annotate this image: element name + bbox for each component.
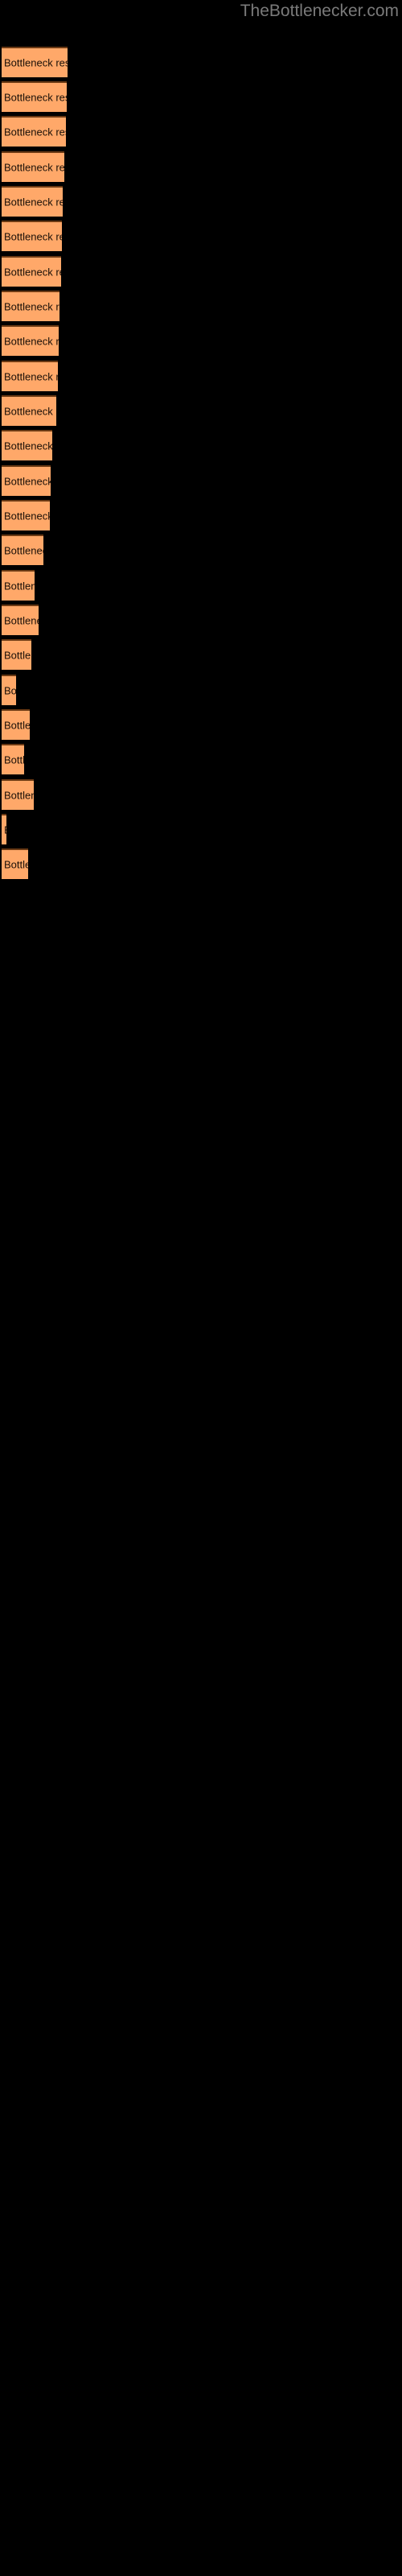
bar-row: Bottleneck result [0, 500, 402, 532]
bottleneck-result-bar[interactable]: Bottleneck result [2, 221, 62, 251]
bar-label: Bottleneck result [4, 824, 6, 836]
bar-row: Bottleneck result [0, 291, 402, 323]
bar-label: Bottleneck result [4, 753, 24, 766]
bottleneck-result-bar[interactable]: Bottleneck result [2, 709, 30, 740]
bar-label: Bottleneck result [4, 475, 51, 488]
bar-row: Bottleneck result [0, 465, 402, 497]
bar-label: Bottleneck result [4, 789, 34, 802]
bottleneck-result-bar[interactable]: Bottleneck result [2, 675, 16, 705]
bottleneck-result-bar[interactable]: Bottleneck result [2, 151, 64, 182]
bottleneck-result-bar[interactable]: Bottleneck result [2, 814, 6, 844]
bar-label: Bottleneck result [4, 196, 63, 208]
bar-label: Bottleneck result [4, 300, 59, 313]
bar-row: Bottleneck result [0, 221, 402, 253]
bottleneck-result-bar[interactable]: Bottleneck result [2, 361, 58, 391]
bottleneck-result-bar[interactable]: Bottleneck result [2, 395, 56, 426]
bar-row: Bottleneck result [0, 848, 402, 881]
bottleneck-result-bar[interactable]: Bottleneck result [2, 744, 24, 774]
bar-label: Bottleneck result [4, 580, 35, 592]
bar-label: Bottleneck result [4, 544, 43, 557]
bar-row: Bottleneck result [0, 81, 402, 114]
bar-row: Bottleneck result [0, 744, 402, 776]
bottleneck-result-bar[interactable]: Bottleneck result [2, 81, 67, 112]
bar-row: Bottleneck result [0, 605, 402, 637]
bottleneck-result-bar[interactable]: Bottleneck result [2, 848, 28, 879]
bar-row: Bottleneck result [0, 116, 402, 148]
bottleneck-result-bar[interactable]: Bottleneck result [2, 430, 52, 460]
bar-label: Bottleneck result [4, 614, 39, 627]
bar-label: Bottleneck result [4, 161, 64, 174]
bottleneck-result-bar[interactable]: Bottleneck result [2, 256, 61, 287]
bar-row: Bottleneck result [0, 47, 402, 79]
bottleneck-result-bar[interactable]: Bottleneck result [2, 325, 59, 356]
bar-row: Bottleneck result [0, 535, 402, 567]
bar-label: Bottleneck result [4, 440, 52, 452]
bottleneck-result-bar[interactable]: Bottleneck result [2, 500, 50, 530]
bar-label: Bottleneck result [4, 858, 28, 871]
bar-row: Bottleneck result [0, 430, 402, 462]
bar-label: Bottleneck result [4, 266, 61, 279]
bottleneck-result-bar[interactable]: Bottleneck result [2, 116, 66, 147]
bottleneck-result-bar[interactable]: Bottleneck result [2, 291, 59, 321]
bottleneck-result-bar[interactable]: Bottleneck result [2, 465, 51, 496]
bar-row: Bottleneck result [0, 779, 402, 811]
bar-label: Bottleneck result [4, 230, 62, 243]
bottleneck-result-bar[interactable]: Bottleneck result [2, 639, 31, 670]
bar-label: Bottleneck result [4, 126, 66, 138]
bottleneck-result-bar[interactable]: Bottleneck result [2, 47, 68, 77]
bar-label: Bottleneck result [4, 56, 68, 69]
bar-row: Bottleneck result [0, 361, 402, 393]
bar-label: Bottleneck result [4, 510, 50, 522]
bar-label: Bottleneck result [4, 370, 58, 383]
bottleneck-result-bar[interactable]: Bottleneck result [2, 535, 43, 565]
bar-row: Bottleneck result [0, 186, 402, 218]
bar-label: Bottleneck result [4, 91, 67, 104]
bar-label: Bottleneck result [4, 649, 31, 662]
bar-label: Bottleneck result [4, 719, 30, 732]
bar-row: Bottleneck result [0, 325, 402, 357]
bar-label: Bottleneck result [4, 405, 56, 418]
bar-label: Bottleneck result [4, 684, 16, 697]
bar-row: Bottleneck result [0, 814, 402, 846]
bar-row: Bottleneck result [0, 675, 402, 707]
bar-row: Bottleneck result [0, 570, 402, 602]
bar-row: Bottleneck result [0, 256, 402, 288]
bottleneck-bar-chart: Bottleneck result Bottleneck result Bottle… [0, 0, 402, 2576]
bottleneck-result-bar[interactable]: Bottleneck result [2, 779, 34, 810]
bottleneck-result-bar[interactable]: Bottleneck result [2, 570, 35, 601]
bottleneck-result-bar[interactable]: Bottleneck result [2, 605, 39, 635]
bar-label: Bottleneck result [4, 335, 59, 348]
bar-row: Bottleneck result [0, 151, 402, 184]
bar-row: Bottleneck result [0, 395, 402, 427]
bottleneck-result-bar[interactable]: Bottleneck result [2, 186, 63, 217]
bar-row: Bottleneck result [0, 639, 402, 671]
bar-row: Bottleneck result [0, 709, 402, 741]
